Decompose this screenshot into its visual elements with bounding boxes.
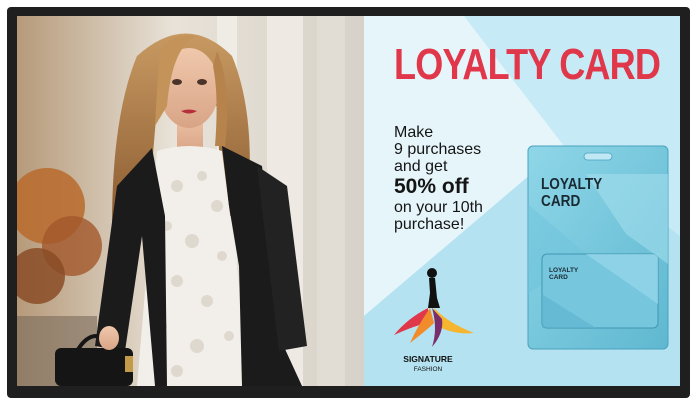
brand-name: SIGNATURE xyxy=(403,354,453,364)
display-screen: LOYALTY CARD Make 9 purchases and get 50… xyxy=(17,16,680,386)
card-package-title: LOYALTY CARD xyxy=(541,176,603,210)
ad-copy: Make 9 purchases and get 50% off on your… xyxy=(394,124,483,233)
fashion-photo xyxy=(17,16,364,386)
loyalty-ad-panel: LOYALTY CARD Make 9 purchases and get 50… xyxy=(364,16,680,386)
copy-line: on your 10th xyxy=(394,199,483,216)
ad-title: LOYALTY CARD xyxy=(394,40,661,89)
copy-line: purchase! xyxy=(394,216,465,233)
fashion-logo-icon xyxy=(394,268,474,347)
discount-highlight: 50% off xyxy=(394,175,469,198)
mini-card-title: LOYALTY CARD xyxy=(549,267,579,281)
brand-subtitle: FASHION xyxy=(413,366,443,373)
loyalty-card-package: LOYALTY CARD LOYALTY CARD xyxy=(526,144,670,351)
display-bezel: LOYALTY CARD Make 9 purchases and get 50… xyxy=(7,7,690,398)
copy-line: Make xyxy=(394,124,434,141)
copy-line: and get xyxy=(394,158,448,175)
copy-line: 9 purchases xyxy=(394,141,482,158)
